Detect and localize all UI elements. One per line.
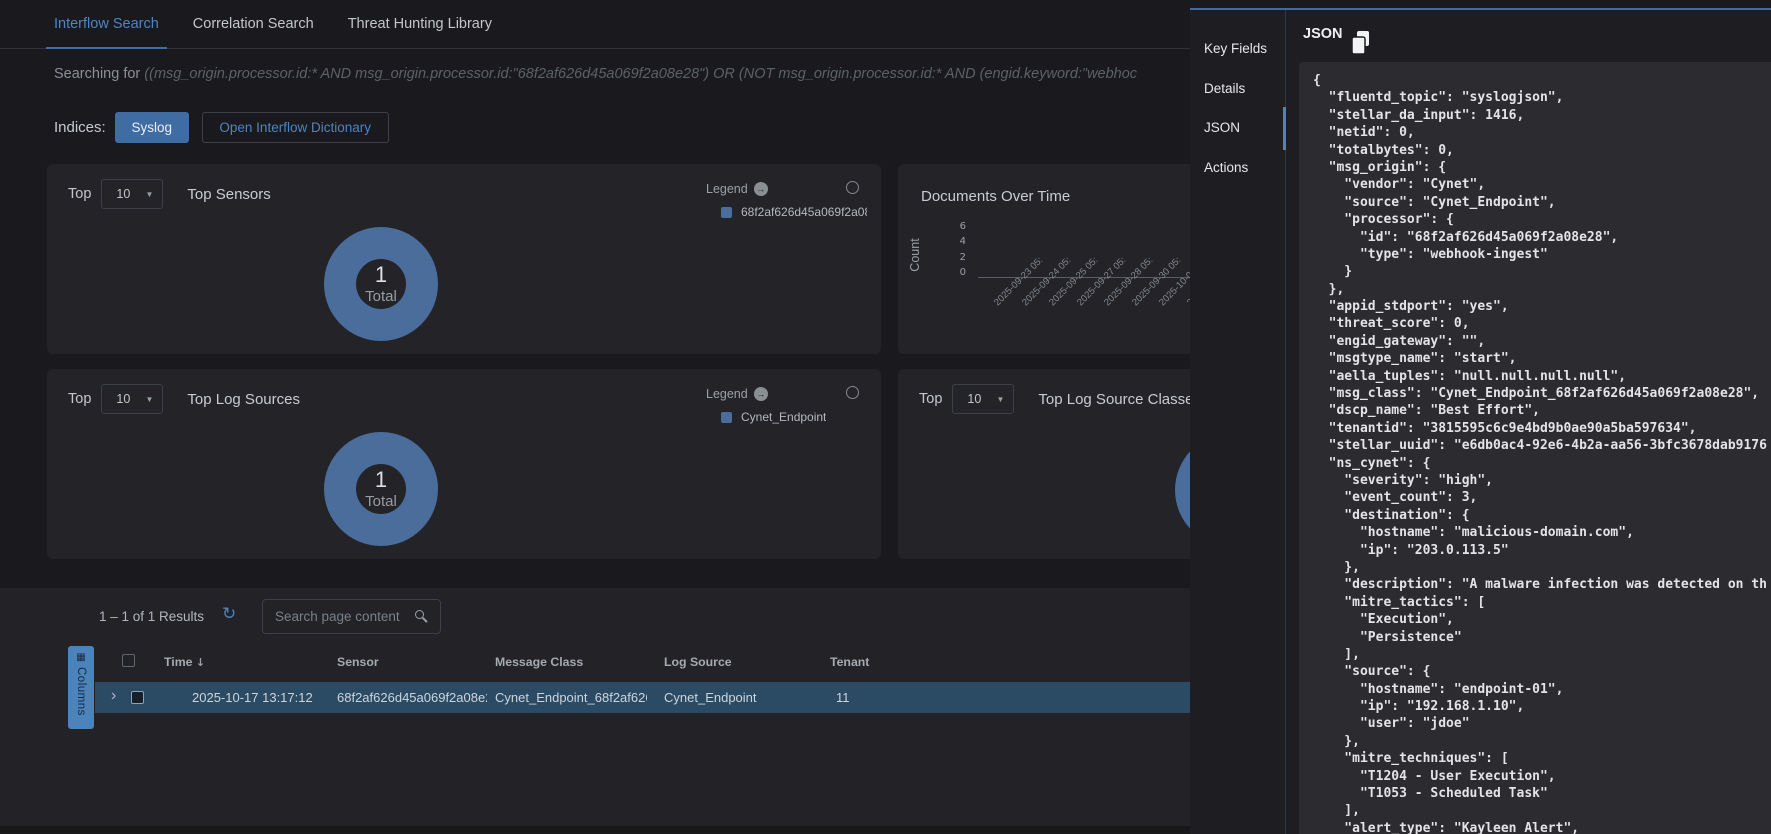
card-option-radio[interactable] bbox=[846, 386, 859, 399]
top-count-value: 10 bbox=[967, 392, 981, 406]
columns-tab-label: Columns bbox=[75, 667, 87, 716]
top-label: Top bbox=[68, 391, 91, 407]
top-log-sources-header: Top 10 ▼ Top Log Sources bbox=[68, 384, 300, 414]
page-search-box bbox=[262, 599, 441, 634]
top-count-select[interactable]: 10 ▼ bbox=[101, 179, 163, 209]
y-axis-label: Count bbox=[908, 225, 922, 285]
top-sensors-title: Top Sensors bbox=[187, 186, 270, 203]
search-summary-prefix: Searching for bbox=[54, 66, 144, 82]
tab-interflow-search[interactable]: Interflow Search bbox=[54, 0, 159, 48]
flyout-nav-actions[interactable]: Actions bbox=[1204, 160, 1248, 175]
top-sensors-header: Top 10 ▼ Top Sensors bbox=[68, 179, 271, 209]
cell-time: 2025-10-17 13:17:12 bbox=[192, 690, 313, 705]
search-query-text: ((msg_origin.processor.id:* AND msg_orig… bbox=[144, 66, 1137, 82]
cell-tenant: 11 bbox=[836, 690, 850, 705]
documents-over-time-title: Documents Over Time bbox=[921, 188, 1070, 205]
top-count-value: 10 bbox=[116, 187, 130, 201]
top-log-source-classes-card: Top 10 ▼ Top Log Source Classes bbox=[898, 369, 1190, 559]
column-header-log-source[interactable]: Log Source bbox=[664, 655, 732, 669]
top-count-select[interactable]: 10 ▼ bbox=[952, 384, 1014, 414]
cell-message-class: Cynet_Endpoint_68f2af626d45a069f2a08e28 bbox=[495, 690, 647, 705]
app-root: Interflow Search Correlation Search Thre… bbox=[0, 0, 1771, 834]
legend-toggle[interactable]: Legend → bbox=[706, 387, 768, 401]
column-header-tenant[interactable]: Tenant bbox=[830, 655, 869, 669]
refresh-icon[interactable]: ↻ bbox=[222, 604, 236, 624]
json-code-block: { "fluentd_topic": "syslogjson", "stella… bbox=[1299, 62, 1771, 834]
json-panel-title: JSON bbox=[1303, 26, 1343, 42]
flyout-nav-json[interactable]: JSON bbox=[1204, 120, 1240, 135]
legend-item-label: Cynet_Endpoint bbox=[741, 410, 826, 424]
tab-threat-hunting-library[interactable]: Threat Hunting Library bbox=[348, 0, 492, 48]
json-panel: JSON { "fluentd_topic": "syslogjson", "s… bbox=[1286, 10, 1771, 834]
x-axis-tick-labels: 2025-09-23 05:2025-09-24 05:2025-09-25 0… bbox=[984, 281, 1190, 292]
top-log-source-classes-header: Top 10 ▼ Top Log Source Classes bbox=[919, 384, 1190, 414]
legend-arrow-icon: → bbox=[754, 182, 768, 196]
top-log-source-classes-title: Top Log Source Classes bbox=[1038, 391, 1190, 408]
top-tab-bar: Interflow Search Correlation Search Thre… bbox=[0, 0, 1190, 49]
row-checkbox[interactable] bbox=[131, 691, 144, 704]
legend-swatch bbox=[721, 412, 732, 423]
table-row[interactable]: › 2025-10-17 13:17:12 68f2af626d45a069f2… bbox=[95, 682, 1190, 713]
chevron-down-icon: ▼ bbox=[145, 395, 153, 404]
top-log-source-classes-donut-chart bbox=[1175, 433, 1190, 547]
top-label: Top bbox=[68, 186, 91, 202]
legend-label: Legend bbox=[706, 387, 748, 401]
column-header-sensor[interactable]: Sensor bbox=[337, 655, 379, 669]
donut-segment[interactable] bbox=[324, 227, 438, 341]
legend-label: Legend bbox=[706, 182, 748, 196]
documents-over-time-card: Documents Over Time Count 6420 2025-09-2… bbox=[898, 164, 1190, 354]
legend-item[interactable]: 68f2af626d45a069f2a08e28 bbox=[721, 205, 867, 219]
top-sensors-donut-chart: 1 Total bbox=[324, 227, 438, 341]
legend-toggle[interactable]: Legend → bbox=[706, 182, 768, 196]
card-option-radio[interactable] bbox=[846, 181, 859, 194]
column-header-message-class[interactable]: Message Class bbox=[495, 655, 583, 669]
record-detail-flyout: Key Fields Details JSON Actions JSON { "… bbox=[1190, 8, 1771, 834]
top-log-sources-title: Top Log Sources bbox=[187, 391, 300, 408]
chevron-down-icon: ▼ bbox=[145, 190, 153, 199]
results-count: 1 – 1 of 1 Results bbox=[99, 609, 204, 624]
results-table-header: Time ↓ Sensor Message Class Log Source T… bbox=[95, 648, 1190, 678]
copy-icon[interactable] bbox=[1350, 30, 1372, 56]
indices-row: Indices: Syslog Open Interflow Dictionar… bbox=[54, 112, 389, 143]
top-log-sources-card: Top 10 ▼ Top Log Sources Legend → Cynet_… bbox=[47, 369, 881, 559]
flyout-nav-details[interactable]: Details bbox=[1204, 81, 1245, 96]
legend-item-label: 68f2af626d45a069f2a08e28 bbox=[741, 205, 867, 219]
y-axis-ticks: 6420 bbox=[944, 221, 966, 283]
page-search-input[interactable] bbox=[263, 600, 440, 633]
top-log-sources-donut-chart: 1 Total bbox=[324, 432, 438, 546]
legend-item[interactable]: Cynet_Endpoint bbox=[721, 410, 867, 424]
tab-correlation-search[interactable]: Correlation Search bbox=[193, 0, 314, 48]
cell-log-source: Cynet_Endpoint bbox=[664, 690, 757, 705]
bottom-strip bbox=[0, 826, 1190, 834]
select-all-checkbox[interactable] bbox=[122, 654, 135, 667]
main-content: Interflow Search Correlation Search Thre… bbox=[0, 0, 1190, 834]
expand-row-icon[interactable]: › bbox=[111, 687, 116, 705]
open-interflow-dictionary-button[interactable]: Open Interflow Dictionary bbox=[202, 112, 389, 143]
top-sensors-card: Top 10 ▼ Top Sensors Legend → 68f2af626d… bbox=[47, 164, 881, 354]
indices-label: Indices: bbox=[54, 119, 106, 136]
donut-segment[interactable] bbox=[1175, 433, 1190, 547]
cell-sensor: 68f2af626d45a069f2a08e28 bbox=[337, 690, 487, 705]
legend-swatch bbox=[721, 207, 732, 218]
legend-arrow-icon: → bbox=[754, 387, 768, 401]
grid-icon: ▦ bbox=[76, 652, 85, 664]
search-summary: Searching for ((msg_origin.processor.id:… bbox=[54, 66, 1186, 82]
syslog-index-button[interactable]: Syslog bbox=[115, 112, 189, 143]
chevron-down-icon: ▼ bbox=[996, 395, 1004, 404]
search-icon bbox=[415, 610, 424, 619]
top-count-value: 10 bbox=[116, 392, 130, 406]
columns-tab-button[interactable]: ▦ Columns bbox=[68, 646, 94, 729]
sort-descending-icon: ↓ bbox=[196, 656, 205, 669]
column-header-time[interactable]: Time ↓ bbox=[164, 655, 205, 669]
top-count-select[interactable]: 10 ▼ bbox=[101, 384, 163, 414]
top-label: Top bbox=[919, 391, 942, 407]
flyout-nav-key-fields[interactable]: Key Fields bbox=[1204, 41, 1267, 56]
donut-segment[interactable] bbox=[324, 432, 438, 546]
